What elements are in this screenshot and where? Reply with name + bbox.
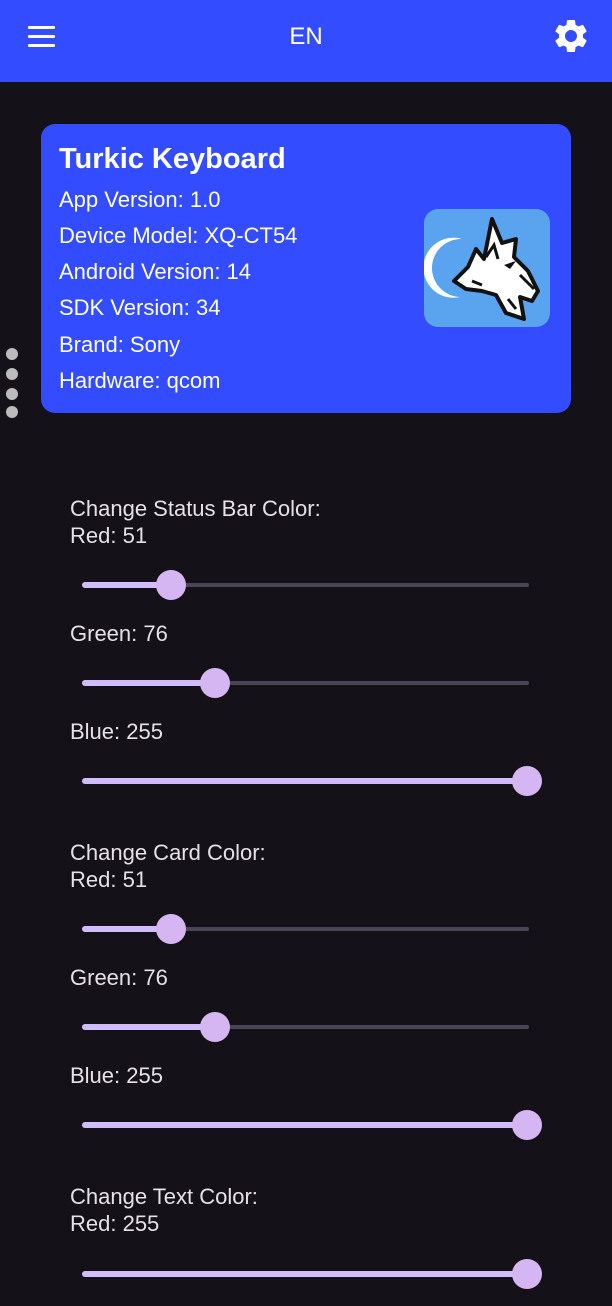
hamburger-menu-icon[interactable] [22, 18, 62, 58]
status-bar-red-label: Red: 51 [70, 523, 148, 548]
device-model-text: Device Model: XQ-CT54 [59, 223, 298, 248]
app-version-text: App Version: 1.0 [59, 187, 221, 212]
slider-active-track [82, 1271, 529, 1277]
card-red-slider[interactable] [82, 914, 529, 944]
status-bar-green-label: Green: 76 [70, 621, 168, 646]
slider-thumb[interactable] [512, 766, 542, 796]
status-bar-blue-slider[interactable] [82, 766, 542, 796]
app-logo [424, 209, 550, 327]
slider-active-track [82, 680, 215, 686]
slider-thumb[interactable] [512, 1110, 542, 1140]
card-color-heading: Change Card Color: [70, 840, 266, 865]
card-blue-label: Blue: 255 [70, 1063, 163, 1088]
card-title: Turkic Keyboard [59, 143, 286, 175]
gear-icon[interactable] [551, 16, 591, 56]
slider-thumb[interactable] [156, 914, 186, 944]
slider-thumb[interactable] [156, 570, 186, 600]
status-bar-green-slider[interactable] [82, 668, 529, 698]
sdk-version-text: SDK Version: 34 [59, 295, 221, 320]
slider-thumb[interactable] [512, 1259, 542, 1289]
text-red-slider[interactable] [82, 1259, 542, 1289]
brand-text: Brand: Sony [59, 332, 181, 357]
language-toggle[interactable]: EN [256, 20, 356, 54]
status-bar-blue-label: Blue: 255 [70, 719, 163, 744]
status-bar-red-slider[interactable] [82, 570, 529, 600]
text-color-heading: Change Text Color: [70, 1184, 258, 1209]
card-green-label: Green: 76 [70, 965, 168, 990]
top-app-bar: EN [0, 0, 612, 82]
slider-active-track [82, 1024, 215, 1030]
slider-active-track [82, 1122, 529, 1128]
status-bar-color-heading: Change Status Bar Color: [70, 496, 321, 521]
android-version-text: Android Version: 14 [59, 259, 252, 284]
slider-thumb[interactable] [200, 668, 230, 698]
device-info-card: Turkic Keyboard App Version: 1.0 Device … [41, 124, 571, 413]
hardware-text: Hardware: qcom [59, 368, 221, 393]
vertical-dots-icon[interactable] [6, 348, 18, 420]
slider-thumb[interactable] [200, 1012, 230, 1042]
slider-active-track [82, 778, 529, 784]
card-red-label: Red: 51 [70, 867, 148, 892]
text-red-label: Red: 255 [70, 1211, 160, 1236]
card-green-slider[interactable] [82, 1012, 529, 1042]
card-blue-slider[interactable] [82, 1110, 542, 1140]
